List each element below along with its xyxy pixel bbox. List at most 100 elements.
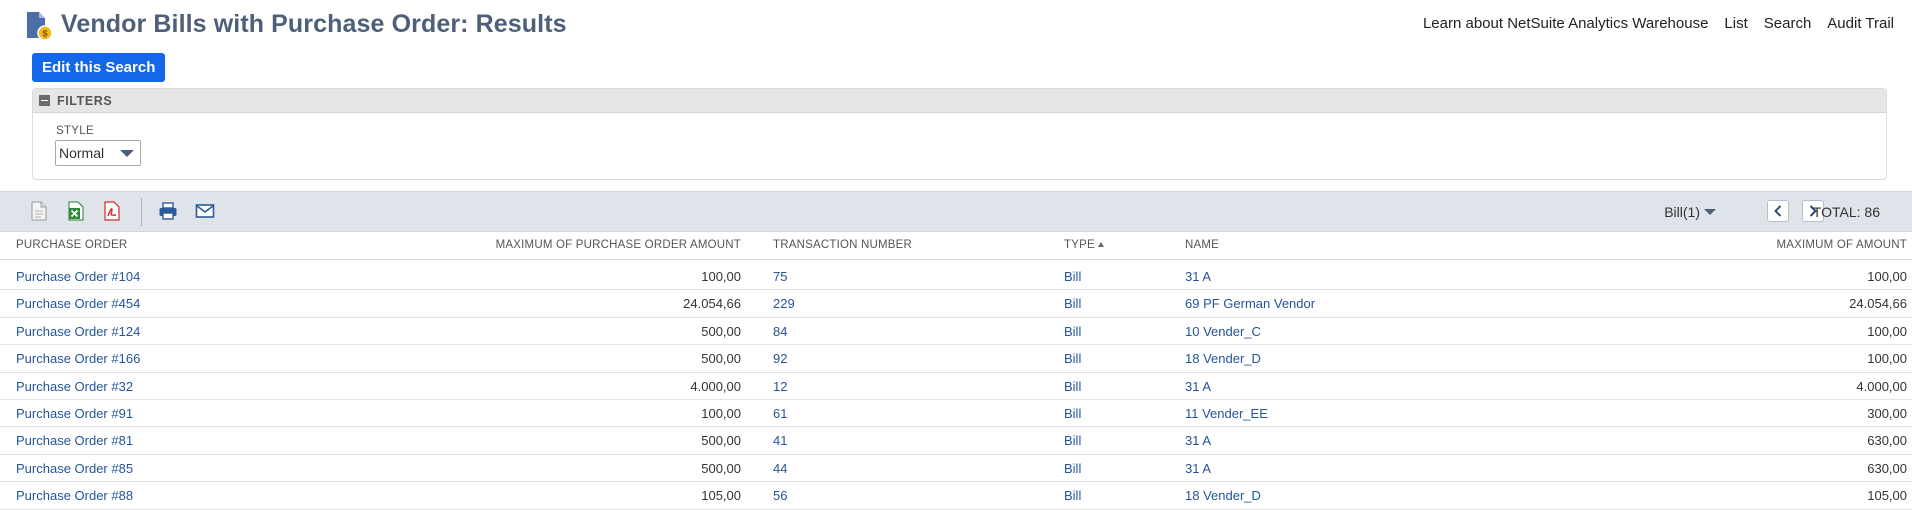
edit-search-button[interactable]: Edit this Search (32, 53, 166, 82)
type-link[interactable]: Bill (1064, 351, 1081, 366)
max-po-amount-cell: 24.054,66 (683, 296, 741, 312)
search-link[interactable]: Search (1764, 15, 1812, 32)
max-amount-cell: 105,00 (1867, 488, 1907, 504)
page-title: Vendor Bills with Purchase Order: Result… (61, 10, 567, 38)
vendor-name-link[interactable]: 18 Vender_D (1185, 351, 1261, 366)
total-count: TOTAL: 86 (1812, 204, 1880, 220)
max-po-amount-cell: 105,00 (701, 488, 741, 504)
type-link[interactable]: Bill (1064, 406, 1081, 421)
email-icon[interactable] (195, 201, 215, 221)
vendor-name-link[interactable]: 31 A (1185, 433, 1211, 448)
table-row: Purchase Order #81 500,00 41 Bill 31 A 630,00 (0, 427, 1912, 455)
purchase-order-link[interactable]: Purchase Order #88 (16, 488, 133, 503)
transaction-number-link[interactable]: 84 (773, 324, 787, 339)
table-header: PURCHASE ORDER MAXIMUM OF PURCHASE ORDER… (0, 233, 1912, 260)
chevron-down-icon (1704, 209, 1716, 215)
max-amount-cell: 300,00 (1867, 405, 1907, 421)
vendor-name-link[interactable]: 18 Vender_D (1185, 488, 1261, 503)
saved-search-icon: $ (27, 12, 53, 41)
transaction-number-link[interactable]: 75 (773, 269, 787, 284)
table-row: Purchase Order #88 105,00 56 Bill 18 Vender_… (0, 482, 1912, 510)
page-header: $ Vendor Bills with Purchase Order: Resu… (0, 0, 1912, 52)
list-link[interactable]: List (1724, 15, 1747, 32)
bill-type-value: Bill(1) (1664, 204, 1700, 220)
sort-ascending-icon (1097, 242, 1104, 247)
filters-panel: FILTERS STYLE Normal (32, 88, 1887, 180)
transaction-number-link[interactable]: 92 (773, 351, 787, 366)
transaction-number-link[interactable]: 41 (773, 433, 787, 448)
type-link[interactable]: Bill (1064, 379, 1081, 394)
max-amount-cell: 24.054,66 (1849, 296, 1907, 312)
transaction-number-link[interactable]: 61 (773, 406, 787, 421)
purchase-order-link[interactable]: Purchase Order #454 (16, 296, 140, 311)
purchase-order-link[interactable]: Purchase Order #85 (16, 461, 133, 476)
bill-type-select[interactable]: Bill(1) (1664, 204, 1716, 220)
purchase-order-link[interactable]: Purchase Order #104 (16, 269, 140, 284)
purchase-order-link[interactable]: Purchase Order #81 (16, 433, 133, 448)
column-header-type[interactable]: TYPE (1064, 239, 1104, 251)
chevron-down-icon (120, 150, 134, 157)
table-row: Purchase Order #104 100,00 75 Bill 31 A 100,0… (0, 263, 1912, 291)
chevron-left-icon (1774, 205, 1782, 217)
export-csv-icon[interactable] (29, 201, 49, 221)
export-excel-icon[interactable] (66, 201, 86, 221)
filters-header[interactable]: FILTERS (33, 89, 1886, 113)
toolbar-divider (141, 198, 142, 226)
max-po-amount-cell: 4.000,00 (690, 378, 741, 394)
type-link[interactable]: Bill (1064, 461, 1081, 476)
svg-text:$: $ (42, 29, 47, 39)
max-po-amount-cell: 500,00 (701, 433, 741, 449)
transaction-number-link[interactable]: 44 (773, 461, 787, 476)
results-toolbar: Bill(1) TOTAL: 86 (0, 191, 1912, 232)
table-row: Purchase Order #454 24.054,66 229 Bill 69 PF… (0, 290, 1912, 318)
style-label: STYLE (56, 125, 94, 137)
column-header-max-po-amount[interactable]: MAXIMUM OF PURCHASE ORDER AMOUNT (496, 239, 741, 251)
analytics-warehouse-link[interactable]: Learn about NetSuite Analytics Warehouse (1423, 15, 1708, 32)
purchase-order-link[interactable]: Purchase Order #91 (16, 406, 133, 421)
audit-trail-link[interactable]: Audit Trail (1827, 15, 1894, 32)
max-amount-cell: 630,00 (1867, 433, 1907, 449)
type-link[interactable]: Bill (1064, 488, 1081, 503)
vendor-name-link[interactable]: 69 PF German Vendor (1185, 296, 1315, 311)
collapse-icon[interactable] (39, 95, 50, 106)
purchase-order-link[interactable]: Purchase Order #124 (16, 324, 140, 339)
top-links: Learn about NetSuite Analytics Warehouse… (1423, 15, 1894, 32)
table-row: Purchase Order #91 100,00 61 Bill 11 Vender_… (0, 400, 1912, 428)
column-header-purchase-order[interactable]: PURCHASE ORDER (16, 239, 127, 251)
type-link[interactable]: Bill (1064, 269, 1081, 284)
max-po-amount-cell: 500,00 (701, 323, 741, 339)
max-amount-cell: 100,00 (1867, 323, 1907, 339)
column-header-transaction-number[interactable]: TRANSACTION NUMBER (773, 239, 912, 251)
max-amount-cell: 100,00 (1867, 269, 1907, 284)
type-link[interactable]: Bill (1064, 296, 1081, 311)
type-link[interactable]: Bill (1064, 433, 1081, 448)
filters-title: FILTERS (57, 93, 113, 108)
table-row: Purchase Order #124 500,00 84 Bill 10 Vender… (0, 318, 1912, 346)
max-po-amount-cell: 500,00 (701, 460, 741, 476)
style-value: Normal (59, 145, 105, 161)
transaction-number-link[interactable]: 229 (773, 296, 795, 311)
export-pdf-icon[interactable] (102, 201, 122, 221)
column-header-name[interactable]: NAME (1185, 239, 1219, 251)
transaction-number-link[interactable]: 12 (773, 379, 787, 394)
purchase-order-link[interactable]: Purchase Order #166 (16, 351, 140, 366)
table-row: Purchase Order #85 500,00 44 Bill 31 A 630,00 (0, 455, 1912, 483)
results-table-body: Purchase Order #104 100,00 75 Bill 31 A 100,0… (0, 263, 1912, 510)
vendor-name-link[interactable]: 10 Vender_C (1185, 324, 1261, 339)
purchase-order-link[interactable]: Purchase Order #32 (16, 379, 133, 394)
max-po-amount-cell: 100,00 (701, 269, 741, 284)
column-header-type-label: TYPE (1064, 239, 1095, 251)
type-link[interactable]: Bill (1064, 324, 1081, 339)
vendor-name-link[interactable]: 11 Vender_EE (1185, 406, 1268, 421)
transaction-number-link[interactable]: 56 (773, 488, 787, 503)
max-amount-cell: 630,00 (1867, 460, 1907, 476)
max-po-amount-cell: 500,00 (701, 351, 741, 367)
vendor-name-link[interactable]: 31 A (1185, 461, 1211, 476)
print-icon[interactable] (158, 201, 178, 221)
style-select[interactable]: Normal (55, 140, 141, 166)
max-amount-cell: 100,00 (1867, 351, 1907, 367)
prev-page-button[interactable] (1767, 200, 1789, 222)
vendor-name-link[interactable]: 31 A (1185, 269, 1211, 284)
column-header-max-amount[interactable]: MAXIMUM OF AMOUNT (1776, 239, 1907, 251)
vendor-name-link[interactable]: 31 A (1185, 379, 1211, 394)
